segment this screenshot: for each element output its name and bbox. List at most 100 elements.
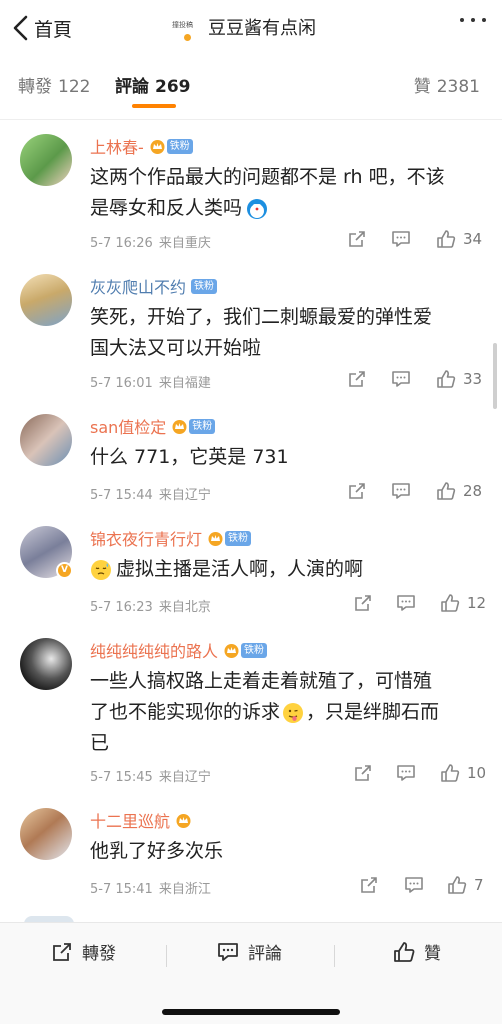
comment-icon — [405, 877, 423, 893]
avatar[interactable] — [20, 638, 72, 690]
thumbs-up-icon — [394, 941, 415, 962]
comment-time: 5-7 16:01 — [90, 376, 153, 391]
reply-button[interactable] — [390, 228, 412, 250]
comment-text: 什么 771，它英是 731 — [90, 442, 480, 473]
like-count: 34 — [463, 230, 483, 248]
reply-button[interactable] — [390, 368, 412, 390]
tongue-emoji-icon — [283, 702, 304, 723]
like-button[interactable]: 12 — [439, 592, 486, 614]
username[interactable]: 十二里巡航 — [90, 808, 170, 832]
comment-time: 5-7 15:45 — [90, 770, 153, 785]
comment-location: 来自辽宁 — [158, 770, 211, 785]
like-button[interactable]: 贊 — [392, 939, 441, 964]
reply-button[interactable] — [395, 762, 417, 784]
comment-line: 他乳了好多次乐 — [90, 840, 224, 862]
forward-button[interactable]: 轉發 — [50, 939, 116, 964]
reply-button[interactable] — [403, 874, 425, 896]
comment-line: 国大法又可以开始啦 — [90, 337, 262, 359]
like-button[interactable]: 28 — [435, 480, 482, 502]
avatar[interactable] — [20, 414, 72, 466]
avatar[interactable] — [20, 808, 72, 860]
comment-header: 上林春- 铁粉 — [90, 134, 193, 158]
back-button[interactable]: 首頁 — [12, 12, 72, 44]
author-mini-avatar: 撞投稿 — [172, 14, 198, 42]
verified-badge-icon: V — [56, 562, 73, 579]
sweat-emoji-icon — [91, 559, 111, 580]
chevron-left-icon — [13, 15, 28, 41]
comment-item: 上林春- 铁粉 这两个作品最大的问题都不是 rh 吧，不该 是辱女和反人类吗 5… — [0, 122, 502, 262]
comment-item: V 锦衣夜行青行灯 铁粉 虚拟主播是活人啊，人演的啊 5-7 16:23 来自北京… — [0, 514, 502, 626]
comment-meta: 5-7 15:44 来自辽宁 — [90, 484, 211, 503]
scrollbar[interactable] — [493, 343, 497, 409]
forward-label: 轉發 — [82, 944, 116, 964]
like-button[interactable]: 34 — [435, 228, 482, 250]
thumbs-up-icon — [437, 230, 456, 248]
comment-line: 笑死，开始了，我们二刺螈最爱的弹性爱 — [90, 306, 433, 328]
tab-forward-label: 轉發 — [18, 77, 52, 97]
like-button[interactable]: 10 — [439, 762, 486, 784]
tab-likes-label: 贊 — [413, 77, 431, 97]
share-button[interactable] — [346, 228, 368, 250]
username[interactable]: 锦衣夜行青行灯 — [90, 526, 202, 550]
verified-badge-icon — [183, 33, 192, 42]
username[interactable]: san值检定 — [90, 414, 166, 438]
fan-badge: 铁粉 — [189, 418, 216, 434]
share-icon — [355, 765, 371, 781]
share-button[interactable] — [346, 368, 368, 390]
username[interactable]: 上林春- — [90, 134, 144, 158]
tab-likes[interactable]: 贊 2381 — [414, 72, 480, 97]
comment-label: 評論 — [248, 944, 282, 964]
share-icon — [349, 371, 365, 387]
avatar[interactable]: V — [20, 526, 73, 579]
comment-icon — [392, 371, 410, 387]
like-button[interactable]: 33 — [435, 368, 482, 390]
fan-badge: 铁粉 — [191, 278, 218, 294]
comment-icon — [392, 483, 410, 499]
more-options-icon[interactable] — [460, 18, 486, 22]
username[interactable]: 纯纯纯纯纯的路人 — [90, 638, 218, 662]
tab-bar: 轉發 122 評論 269 贊 2381 — [0, 56, 502, 120]
share-button[interactable] — [352, 592, 374, 614]
top-nav-bar: 首頁 撞投稿 豆豆酱有点闲 — [0, 0, 502, 56]
tab-comments-label: 評論 — [115, 77, 149, 97]
username[interactable]: 灰灰爬山不约 — [90, 274, 186, 298]
comment-button[interactable]: 評論 — [216, 939, 282, 964]
share-button[interactable] — [358, 874, 380, 896]
reply-button[interactable] — [390, 480, 412, 502]
comment-line: 已 — [90, 732, 110, 754]
share-icon — [349, 483, 365, 499]
page-title: 豆豆酱有点闲 — [208, 18, 316, 39]
comment-time: 5-7 16:26 — [90, 236, 153, 251]
tab-forward[interactable]: 轉發 122 — [18, 72, 90, 97]
comment-meta: 5-7 16:26 来自重庆 — [90, 232, 211, 251]
divider — [166, 945, 167, 967]
tab-comments[interactable]: 評論 269 — [115, 72, 191, 97]
avatar[interactable] — [20, 134, 72, 186]
share-icon — [349, 231, 365, 247]
fan-badge: 铁粉 — [166, 138, 193, 154]
comment-meta: 5-7 16:01 来自福建 — [90, 372, 211, 391]
comment-time: 5-7 16:23 — [90, 600, 153, 615]
crown-badge-icon — [208, 531, 223, 546]
avatar[interactable] — [20, 274, 72, 326]
thumbs-up-icon — [448, 876, 467, 894]
comment-line: ，只是绊脚石而 — [306, 701, 440, 723]
share-icon — [361, 877, 377, 893]
comment-text: 笑死，开始了，我们二刺螈最爱的弹性爱 国大法又可以开始啦 — [90, 302, 480, 364]
share-button[interactable] — [346, 480, 368, 502]
comment-header: 纯纯纯纯纯的路人 铁粉 — [90, 638, 268, 662]
back-label: 首頁 — [34, 18, 73, 41]
comment-icon — [392, 231, 410, 247]
fan-badge: 铁粉 — [225, 530, 252, 546]
crown-badge-icon — [176, 813, 191, 828]
share-button[interactable] — [352, 762, 374, 784]
comment-text: 这两个作品最大的问题都不是 rh 吧，不该 是辱女和反人类吗 — [90, 162, 480, 224]
reply-button[interactable] — [395, 592, 417, 614]
like-button[interactable]: 7 — [446, 874, 484, 896]
tab-forward-count: 122 — [58, 77, 91, 97]
comment-line: 这两个作品最大的问题都不是 rh 吧，不该 — [90, 166, 445, 188]
thumbs-up-icon — [437, 482, 456, 500]
crown-badge-icon — [224, 643, 239, 658]
comment-header: 十二里巡航 — [90, 808, 192, 832]
title-group[interactable]: 撞投稿 豆豆酱有点闲 — [172, 14, 316, 42]
